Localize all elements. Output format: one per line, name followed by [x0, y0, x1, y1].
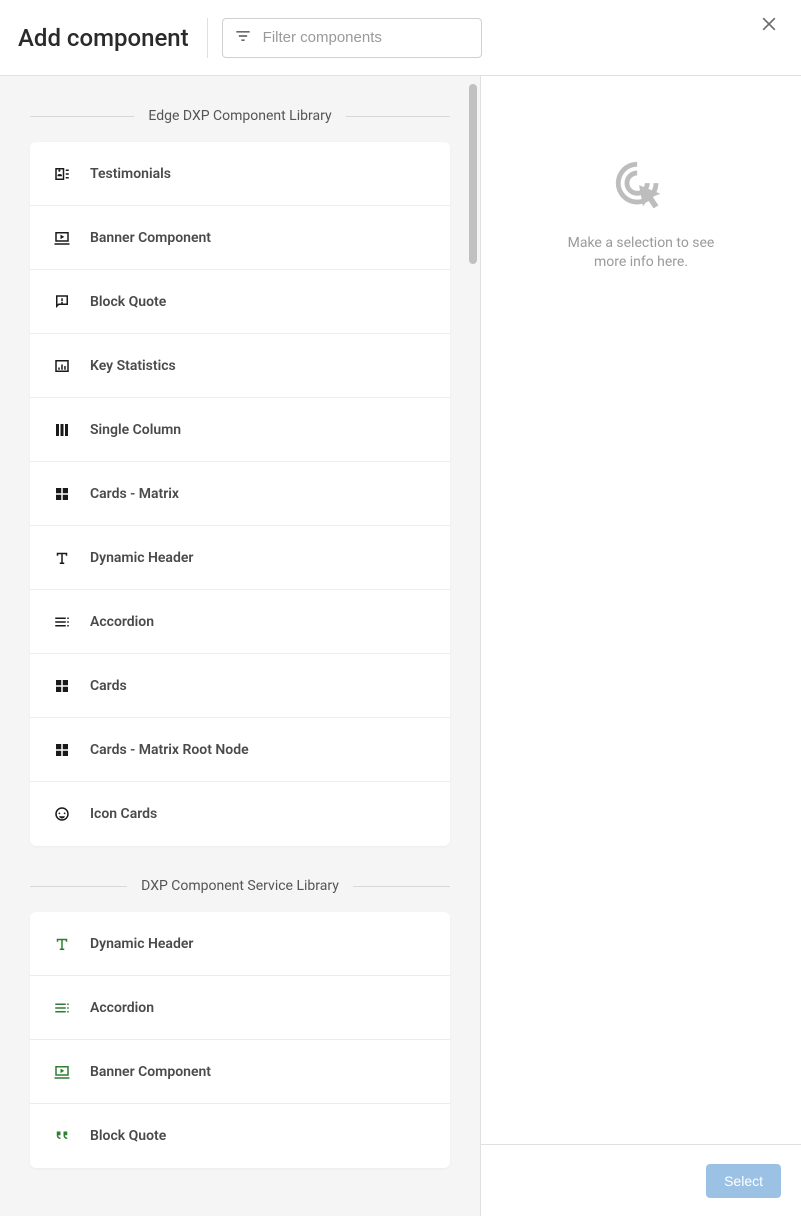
component-item[interactable]: Cards [30, 654, 450, 718]
text-t-icon [52, 548, 72, 568]
filter-icon [233, 26, 253, 50]
component-item[interactable]: Banner Component [30, 206, 450, 270]
matrix-icon [52, 740, 72, 760]
library-title: Edge DXP Component Library [134, 108, 345, 124]
component-label: Accordion [90, 614, 154, 630]
component-label: Cards - Matrix Root Node [90, 742, 249, 758]
component-label: Icon Cards [90, 806, 157, 822]
library-section: Edge DXP Component Library Testimonials Ba… [30, 108, 450, 846]
component-item[interactable]: Block Quote [30, 1104, 450, 1168]
banner-icon [52, 1062, 72, 1082]
component-list: Testimonials Banner Component Block Quote K… [30, 142, 450, 846]
select-button[interactable]: Select [706, 1164, 781, 1198]
details-empty-state: Make a selection to see more info here. [481, 76, 801, 1144]
details-panel: Make a selection to see more info here. … [480, 76, 801, 1216]
component-label: Dynamic Header [90, 936, 193, 952]
component-label: Dynamic Header [90, 550, 193, 566]
modal-footer: Select [481, 1144, 801, 1216]
component-label: Cards - Matrix [90, 486, 179, 502]
modal-title: Add component [18, 18, 208, 58]
component-item[interactable]: Cards - Matrix Root Node [30, 718, 450, 782]
component-item[interactable]: Accordion [30, 976, 450, 1040]
banner-icon [52, 228, 72, 248]
component-list-scroll[interactable]: Edge DXP Component Library Testimonials Ba… [0, 76, 480, 1216]
scrollbar-thumb[interactable] [469, 84, 477, 264]
modal-body: Edge DXP Component Library Testimonials Ba… [0, 76, 801, 1216]
component-list: Dynamic Header Accordion Banner Component B… [30, 912, 450, 1168]
component-label: Single Column [90, 422, 181, 438]
component-label: Cards [90, 678, 127, 694]
component-label: Banner Component [90, 230, 211, 246]
matrix-icon [52, 484, 72, 504]
quote-warn-icon [52, 292, 72, 312]
component-label: Block Quote [90, 1128, 166, 1144]
stats-icon [52, 356, 72, 376]
accordion-icon [52, 612, 72, 632]
accordion-icon [52, 998, 72, 1018]
matrix-icon [52, 676, 72, 696]
filter-wrap [208, 18, 482, 58]
component-item[interactable]: Block Quote [30, 270, 450, 334]
library-title: DXP Component Service Library [127, 878, 353, 894]
component-item[interactable]: Icon Cards [30, 782, 450, 846]
component-label: Banner Component [90, 1064, 211, 1080]
component-label: Block Quote [90, 294, 166, 310]
component-item[interactable]: Key Statistics [30, 334, 450, 398]
component-item[interactable]: Dynamic Header [30, 526, 450, 590]
single-col-icon [52, 420, 72, 440]
filter-field[interactable] [222, 18, 482, 58]
close-icon [759, 14, 779, 38]
library-header: DXP Component Service Library [30, 878, 450, 894]
component-list-panel: Edge DXP Component Library Testimonials Ba… [0, 76, 480, 1216]
filter-input[interactable] [263, 29, 471, 46]
component-label: Accordion [90, 1000, 154, 1016]
face-icon [52, 804, 72, 824]
selection-target-icon [610, 156, 672, 218]
library-section: DXP Component Service Library Dynamic Hea… [30, 878, 450, 1168]
component-item[interactable]: Single Column [30, 398, 450, 462]
add-component-modal: Add component Edge DXP Component Library… [0, 0, 801, 1216]
testimonial-icon [52, 164, 72, 184]
component-item[interactable]: Dynamic Header [30, 912, 450, 976]
component-item[interactable]: Accordion [30, 590, 450, 654]
empty-state-text: Make a selection to see more info here. [556, 234, 726, 272]
library-header: Edge DXP Component Library [30, 108, 450, 124]
modal-header: Add component [0, 0, 801, 76]
close-button[interactable] [755, 12, 783, 40]
component-label: Testimonials [90, 166, 171, 182]
component-item[interactable]: Testimonials [30, 142, 450, 206]
text-t-icon [52, 934, 72, 954]
quote-mark-icon [52, 1126, 72, 1146]
component-label: Key Statistics [90, 358, 176, 374]
component-item[interactable]: Banner Component [30, 1040, 450, 1104]
component-item[interactable]: Cards - Matrix [30, 462, 450, 526]
